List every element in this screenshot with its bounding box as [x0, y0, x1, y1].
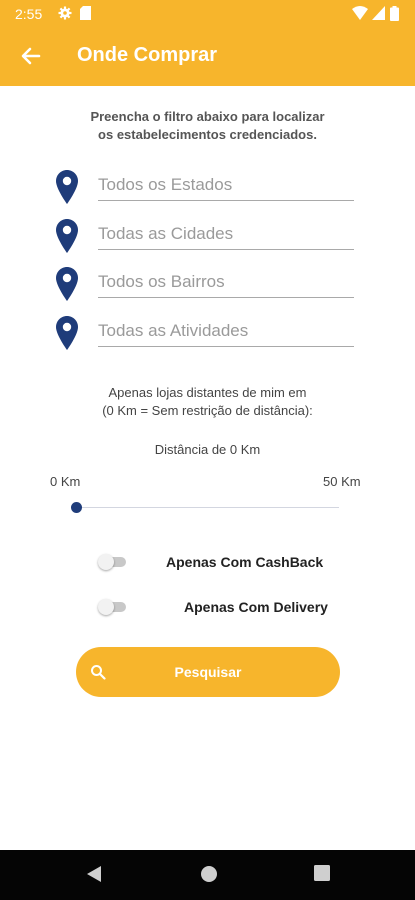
city-select[interactable]: Todas as Cidades — [98, 219, 354, 250]
slider-track — [76, 507, 339, 508]
signal-icon — [372, 6, 385, 23]
home-circle-icon[interactable] — [200, 865, 218, 888]
search-button-label: Pesquisar — [174, 664, 242, 680]
toggle-knob — [98, 554, 114, 570]
map-pin-icon — [56, 316, 78, 350]
delivery-toggle-row: Apenas Com Delivery — [98, 595, 328, 619]
cashback-toggle[interactable] — [98, 554, 126, 570]
distance-value-label: Distância de 0 Km — [154, 442, 261, 457]
intro-line: os estabelecimentos credenciados. — [98, 127, 317, 142]
search-button[interactable]: Pesquisar — [76, 647, 340, 697]
recents-square-icon[interactable] — [314, 865, 330, 886]
toggle-knob — [98, 599, 114, 615]
distance-info-line: (0 Km = Sem restrição de distância): — [102, 403, 313, 418]
gear-icon — [58, 6, 72, 23]
filter-row-activity: Todas as Atividades — [56, 316, 356, 352]
intro-line: Preencha o filtro abaixo para localizar — [90, 109, 325, 124]
wifi-icon — [352, 6, 368, 23]
app-bar: Onde Comprar — [0, 28, 415, 86]
system-nav-bar — [0, 850, 415, 900]
distance-info: Apenas lojas distantes de mim em (0 Km =… — [0, 384, 415, 420]
neighborhood-select[interactable]: Todos os Bairros — [98, 267, 354, 298]
intro-text: Preencha o filtro abaixo para localizar … — [0, 108, 415, 144]
activity-select[interactable]: Todas as Atividades — [98, 316, 354, 347]
filter-row-neighborhood: Todos os Bairros — [56, 267, 356, 303]
map-pin-icon — [56, 267, 78, 301]
arrow-left-icon[interactable] — [18, 43, 44, 69]
status-time: 2:55 — [15, 6, 43, 22]
cashback-toggle-row: Apenas Com CashBack — [98, 550, 328, 574]
slider-max-label: 50 Km — [323, 474, 361, 489]
status-bar: 2:55 — [0, 0, 415, 28]
slider-min-label: 0 Km — [50, 474, 81, 489]
distance-info-line: Apenas lojas distantes de mim em — [108, 385, 307, 400]
back-triangle-icon[interactable] — [86, 865, 102, 888]
page-title: Onde Comprar — [77, 44, 218, 66]
filter-row-city: Todas as Cidades — [56, 219, 356, 255]
cashback-toggle-label: Apenas Com CashBack — [166, 554, 324, 570]
distance-slider[interactable] — [71, 500, 339, 516]
delivery-toggle[interactable] — [98, 599, 126, 615]
filter-row-state: Todos os Estados — [56, 170, 356, 206]
battery-icon — [390, 6, 399, 24]
slider-thumb[interactable] — [71, 502, 82, 513]
map-pin-icon — [56, 170, 78, 204]
delivery-toggle-label: Apenas Com Delivery — [184, 599, 328, 615]
sd-card-icon — [80, 6, 91, 23]
state-select[interactable]: Todos os Estados — [98, 170, 354, 201]
map-pin-icon — [56, 219, 78, 253]
